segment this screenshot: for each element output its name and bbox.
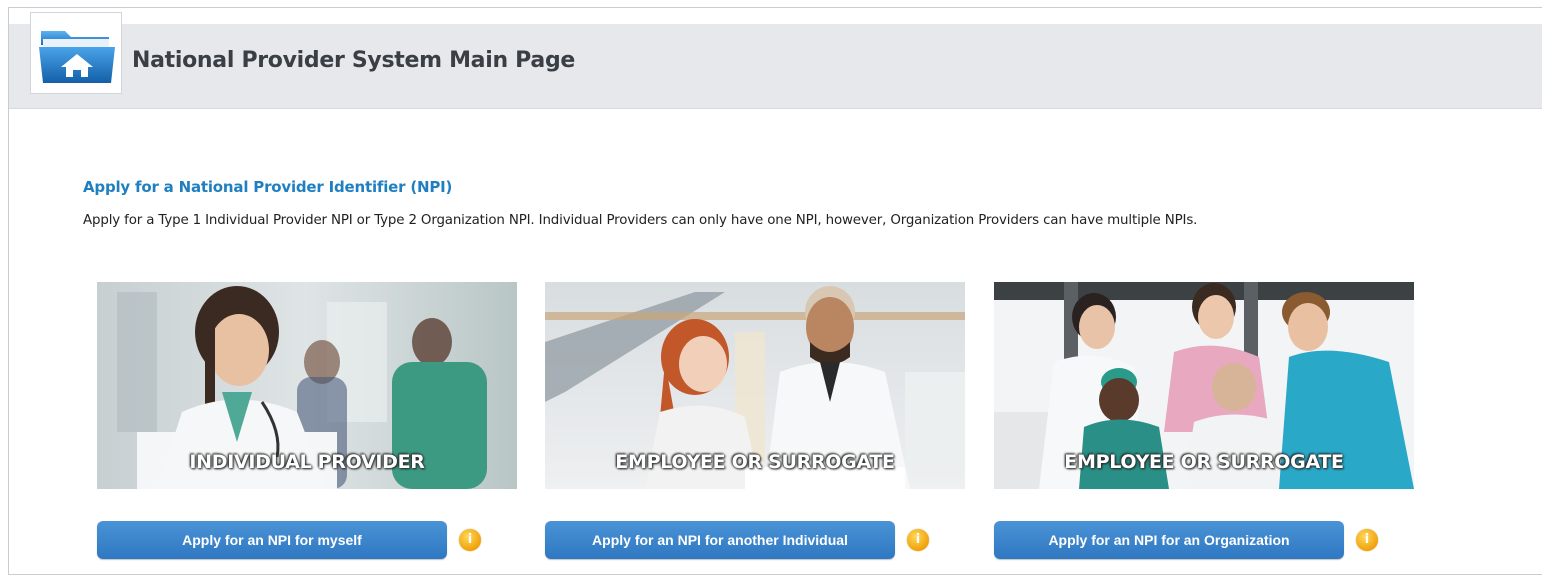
- section-description: Apply for a Type 1 Individual Provider N…: [83, 213, 1198, 228]
- card-individual-provider: INDIVIDUAL PROVIDER Apply for an NPI for…: [97, 282, 517, 561]
- info-icon[interactable]: i: [1356, 529, 1378, 551]
- card-employee-surrogate-individual: EMPLOYEE OR SURROGATE Apply for an NPI f…: [545, 282, 965, 561]
- organization-image[interactable]: EMPLOYEE OR SURROGATE: [994, 282, 1414, 489]
- individual-provider-image[interactable]: INDIVIDUAL PROVIDER: [97, 282, 517, 489]
- card-caption: EMPLOYEE OR SURROGATE: [615, 451, 895, 473]
- card-employee-surrogate-organization: EMPLOYEE OR SURROGATE Apply for an NPI f…: [994, 282, 1414, 561]
- apply-npi-organization-button[interactable]: Apply for an NPI for an Organization: [994, 521, 1344, 559]
- apply-npi-myself-button[interactable]: Apply for an NPI for myself: [97, 521, 447, 559]
- card-caption: INDIVIDUAL PROVIDER: [189, 451, 425, 473]
- section-heading: Apply for a National Provider Identifier…: [83, 178, 453, 196]
- card-caption: EMPLOYEE OR SURROGATE: [1064, 451, 1344, 473]
- home-tile[interactable]: [30, 12, 122, 94]
- apply-npi-another-individual-button[interactable]: Apply for an NPI for another Individual: [545, 521, 895, 559]
- page-title: National Provider System Main Page: [132, 48, 576, 73]
- employee-surrogate-image[interactable]: EMPLOYEE OR SURROGATE: [545, 282, 965, 489]
- info-icon[interactable]: i: [907, 529, 929, 551]
- info-icon[interactable]: i: [459, 529, 481, 551]
